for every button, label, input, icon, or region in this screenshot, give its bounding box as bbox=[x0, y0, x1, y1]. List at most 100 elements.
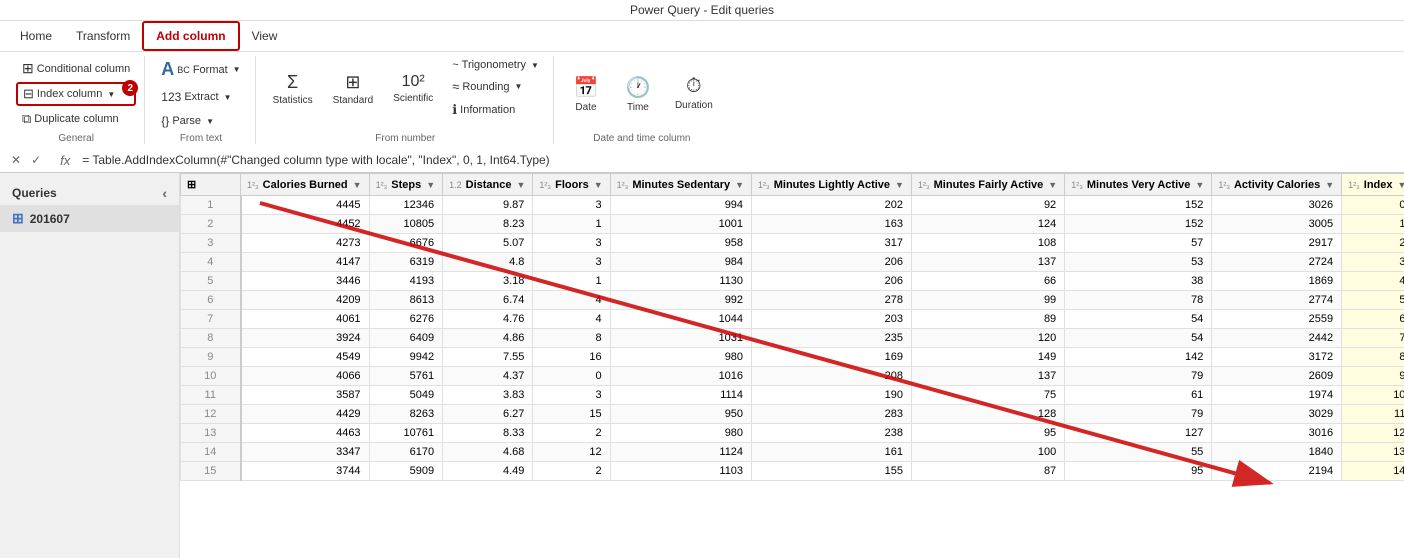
scientific-button[interactable]: 10² Scientific bbox=[386, 70, 440, 107]
table-cell: 1869 bbox=[1212, 272, 1342, 291]
table-cell: 128 bbox=[911, 405, 1064, 424]
sidebar-collapse-button[interactable]: ‹ bbox=[162, 185, 167, 201]
table-row[interactable]: 14334761704.6812112416110055184013 bbox=[181, 443, 1404, 462]
sidebar-item-201607[interactable]: ⊞ 201607 bbox=[0, 205, 179, 232]
table-row[interactable]: 11358750493.83311141907561197410 bbox=[181, 386, 1404, 405]
sidebar: Queries ‹ ⊞ 201607 bbox=[0, 173, 180, 558]
table-cell: 161 bbox=[752, 443, 912, 462]
tab-transform[interactable]: Transform bbox=[64, 23, 142, 49]
filter-minutes-very-active[interactable]: ▼ bbox=[1194, 180, 1205, 190]
table-cell: 206 bbox=[752, 253, 912, 272]
table-cell: 2774 bbox=[1212, 291, 1342, 310]
filter-minutes-sedentary[interactable]: ▼ bbox=[734, 180, 745, 190]
table-row[interactable]: 10406657614.37010162081377926099 bbox=[181, 367, 1404, 386]
table-cell: 6 bbox=[1342, 310, 1404, 329]
row-number-cell: 10 bbox=[181, 367, 241, 386]
table-cell: 4452 bbox=[241, 215, 370, 234]
time-button[interactable]: 🕐 Time bbox=[616, 72, 660, 116]
format-button[interactable]: A BC Format ▼ bbox=[155, 56, 246, 83]
trigonometry-button[interactable]: ~ Trigonometry ▼ bbox=[446, 56, 545, 74]
col-header-minutes-sedentary[interactable]: 1²₃ Minutes Sedentary ▼ bbox=[610, 174, 751, 196]
dropdown-arrow-index: ▼ bbox=[107, 90, 115, 99]
table-cell: 283 bbox=[752, 405, 912, 424]
filter-distance[interactable]: ▼ bbox=[516, 180, 527, 190]
filter-floors[interactable]: ▼ bbox=[593, 180, 604, 190]
tab-add-column[interactable]: Add column bbox=[142, 21, 239, 51]
table-row[interactable]: 9454999427.551698016914914231728 bbox=[181, 348, 1404, 367]
rounding-button[interactable]: ≈ Rounding ▼ bbox=[446, 76, 545, 97]
statistics-button[interactable]: Σ Statistics bbox=[266, 69, 320, 109]
tab-view[interactable]: View bbox=[240, 23, 290, 49]
col-header-steps[interactable]: 1²₃ Steps ▼ bbox=[369, 174, 443, 196]
table-cell: 5049 bbox=[369, 386, 443, 405]
table-cell: 317 bbox=[752, 234, 912, 253]
table-row[interactable]: 3427366765.0739583171085729172 bbox=[181, 234, 1404, 253]
standard-button[interactable]: ⊞ Standard bbox=[326, 69, 381, 109]
col-header-minutes-very-active[interactable]: 1²₃ Minutes Very Active ▼ bbox=[1065, 174, 1212, 196]
table-row[interactable]: 7406162764.7641044203895425596 bbox=[181, 310, 1404, 329]
table-cell: 4193 bbox=[369, 272, 443, 291]
table-cell: 10761 bbox=[369, 424, 443, 443]
parse-button[interactable]: {} Parse ▼ bbox=[155, 111, 246, 131]
col-header-minutes-fairly-active[interactable]: 1²₃ Minutes Fairly Active ▼ bbox=[911, 174, 1064, 196]
col-header-calories-burned[interactable]: 1²₃ Calories Burned ▼ bbox=[241, 174, 370, 196]
formula-cancel-icon[interactable]: ✕ bbox=[8, 152, 24, 168]
col-header-activity-calories[interactable]: 1²₃ Activity Calories ▼ bbox=[1212, 174, 1342, 196]
filter-steps[interactable]: ▼ bbox=[425, 180, 436, 190]
table-row[interactable]: 12442982636.271595028312879302911 bbox=[181, 405, 1404, 424]
table-row[interactable]: 5344641933.1811130206663818694 bbox=[181, 272, 1404, 291]
table-cell: 1031 bbox=[610, 329, 751, 348]
formula-confirm-icon[interactable]: ✓ bbox=[28, 152, 44, 168]
extract-button[interactable]: 123 Extract ▼ bbox=[155, 87, 246, 107]
date-button[interactable]: 📅 Date bbox=[564, 72, 608, 116]
table-cell: 124 bbox=[911, 215, 1064, 234]
table-row[interactable]: 15374459094.49211031558795219414 bbox=[181, 462, 1404, 481]
rounding-icon: ≈ bbox=[452, 79, 459, 94]
filter-activity-calories[interactable]: ▼ bbox=[1324, 180, 1335, 190]
content-area[interactable]: ⊞ 1²₃ Calories Burned ▼ 1²₃ Steps bbox=[180, 173, 1404, 558]
information-button[interactable]: ℹ Information bbox=[446, 99, 545, 121]
col-header-minutes-lightly-active[interactable]: 1²₃ Minutes Lightly Active ▼ bbox=[752, 174, 912, 196]
col-header-floors[interactable]: 1²₃ Floors ▼ bbox=[533, 174, 610, 196]
filter-minutes-fairly-active[interactable]: ▼ bbox=[1047, 180, 1058, 190]
table-cell: 3 bbox=[1342, 253, 1404, 272]
col-header-distance[interactable]: 1.2 Distance ▼ bbox=[443, 174, 533, 196]
filter-minutes-lightly-active[interactable]: ▼ bbox=[894, 180, 905, 190]
table-cell: 3924 bbox=[241, 329, 370, 348]
data-table: ⊞ 1²₃ Calories Burned ▼ 1²₃ Steps bbox=[180, 173, 1404, 481]
table-row[interactable]: 4414763194.839842061375327243 bbox=[181, 253, 1404, 272]
table-cell: 89 bbox=[911, 310, 1064, 329]
table-row[interactable]: 6420986136.744992278997827745 bbox=[181, 291, 1404, 310]
duplicate-column-button[interactable]: ⧉ Duplicate column bbox=[16, 108, 136, 130]
conditional-column-button[interactable]: ⊞ Conditional column bbox=[16, 57, 136, 80]
statistics-label: Statistics bbox=[273, 95, 313, 106]
duration-button[interactable]: ⏱ Duration bbox=[668, 72, 720, 114]
tab-home[interactable]: Home bbox=[8, 23, 64, 49]
row-number-cell: 1 bbox=[181, 196, 241, 215]
table-cell: 54 bbox=[1065, 310, 1212, 329]
table-cell: 108 bbox=[911, 234, 1064, 253]
index-column-icon: ⊟ bbox=[23, 86, 34, 102]
table-cell: 3 bbox=[533, 196, 610, 215]
table-row[interactable]: 8392464094.86810312351205424427 bbox=[181, 329, 1404, 348]
index-column-button[interactable]: ⊟ Index column ▼ 2 bbox=[16, 82, 136, 106]
table-cell: 78 bbox=[1065, 291, 1212, 310]
table-cell: 202 bbox=[752, 196, 912, 215]
dropdown-arrow-trig: ▼ bbox=[531, 61, 539, 70]
statistics-icon: Σ bbox=[287, 72, 298, 93]
col-header-index[interactable]: 1²₃ Index ▼ bbox=[1342, 174, 1404, 196]
duplicate-column-icon: ⧉ bbox=[22, 111, 31, 127]
table-row[interactable]: 134463107618.33298023895127301612 bbox=[181, 424, 1404, 443]
table-cell: 99 bbox=[911, 291, 1064, 310]
table-row[interactable]: 24452108058.231100116312415230051 bbox=[181, 215, 1404, 234]
filter-calories-burned[interactable]: ▼ bbox=[352, 180, 363, 190]
table-cell: 4.76 bbox=[443, 310, 533, 329]
table-row[interactable]: 14445123469.8739942029215230260 bbox=[181, 196, 1404, 215]
ribbon-tabs: Home Transform Add column View bbox=[0, 21, 1404, 52]
filter-index[interactable]: ▼ bbox=[1397, 180, 1404, 190]
table-cell: 278 bbox=[752, 291, 912, 310]
table-cell: 190 bbox=[752, 386, 912, 405]
table-cell: 137 bbox=[911, 367, 1064, 386]
general-group-label: General bbox=[58, 133, 94, 144]
table-cell: 5.07 bbox=[443, 234, 533, 253]
